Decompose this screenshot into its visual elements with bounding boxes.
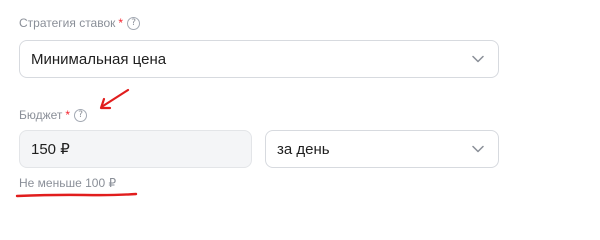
bid-strategy-selected-value: Минимальная цена — [31, 50, 167, 68]
annotation-underline — [15, 192, 138, 198]
chevron-down-icon — [472, 55, 484, 63]
budget-amount-value: 150 ₽ — [31, 141, 70, 158]
bid-strategy-label: Стратегия ставок — [19, 16, 116, 30]
budget-label-row: Бюджет * ? — [19, 108, 88, 122]
chevron-down-icon — [472, 145, 484, 153]
required-asterisk: * — [65, 108, 71, 122]
bid-strategy-select[interactable]: Минимальная цена — [19, 40, 499, 78]
budget-label: Бюджет — [19, 108, 63, 122]
question-circle-icon[interactable]: ? — [74, 108, 88, 122]
question-circle-icon[interactable]: ? — [127, 16, 141, 30]
budget-period-selected-value: за день — [277, 140, 330, 158]
bid-strategy-label-row: Стратегия ставок * ? — [19, 16, 141, 30]
annotation-arrow — [99, 88, 130, 110]
budget-minimum-hint: Не меньше 100 ₽ — [19, 176, 117, 190]
required-asterisk: * — [118, 16, 124, 30]
budget-period-select[interactable]: за день — [265, 130, 499, 168]
budget-amount-input[interactable]: 150 ₽ — [19, 130, 252, 168]
